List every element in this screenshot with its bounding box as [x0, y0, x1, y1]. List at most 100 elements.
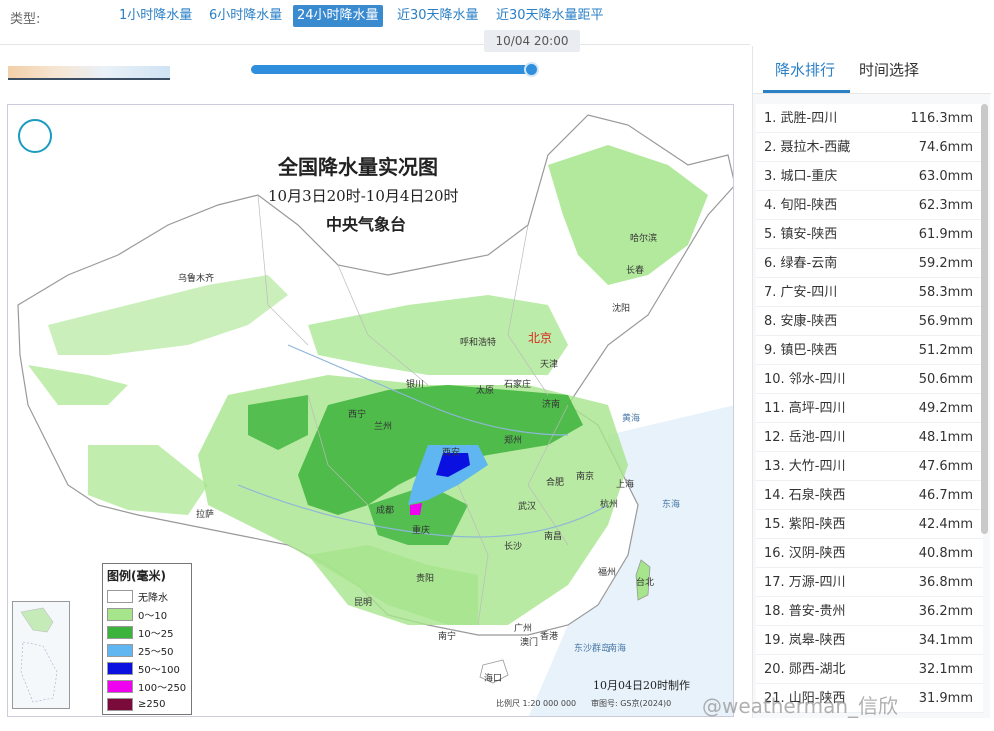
tab-24h-precip[interactable]: 24小时降水量 — [293, 5, 383, 27]
city-label: 拉萨 — [196, 510, 215, 520]
rank-row[interactable]: 9. 镇巴-陕西 51.2mm — [756, 336, 983, 365]
precip-value: 47.6mm — [918, 459, 973, 474]
city-label: 重庆 — [412, 526, 431, 536]
city-label: 广州 — [514, 624, 533, 634]
city-label: 银川 — [406, 380, 425, 390]
precip-value: 50.6mm — [918, 372, 973, 387]
city-label: 台北 — [636, 578, 655, 588]
city-label: 南昌 — [544, 532, 563, 542]
city-label: 福州 — [598, 568, 617, 578]
rank-row[interactable]: 20. 郧西-湖北 32.1mm — [756, 655, 983, 684]
station-name: 12. 岳池-四川 — [764, 430, 846, 445]
rank-row[interactable]: 17. 万源-四川 36.8mm — [756, 568, 983, 597]
rank-scrollbar[interactable] — [981, 104, 988, 534]
city-label: 兰州 — [374, 422, 393, 432]
rank-row[interactable]: 3. 城口-重庆 63.0mm — [756, 162, 983, 191]
city-label: 南京 — [576, 472, 595, 482]
precip-value: 58.3mm — [918, 285, 973, 300]
precip-map: 全国降水量实况图 10月3日20时-10月4日20时 中央气象台 乌鲁木齐 哈尔… — [7, 104, 734, 717]
tab-6h-precip[interactable]: 6小时降水量 — [205, 5, 286, 27]
station-name: 15. 紫阳-陕西 — [764, 517, 846, 532]
city-label: 太原 — [476, 386, 495, 396]
legend-label: 0～10 — [138, 610, 168, 622]
precip-value: 59.2mm — [918, 256, 973, 271]
legend-swatch — [107, 589, 133, 603]
station-name: 14. 石泉-陕西 — [764, 488, 846, 503]
map-subtitle: 10月3日20时-10月4日20时 — [268, 187, 459, 205]
city-label: 郑州 — [504, 436, 523, 446]
city-label: 上海 — [616, 480, 635, 490]
rank-list[interactable]: 1. 武胜-四川 116.3mm 2. 聂拉木-西藏 74.6mm 3. 城口-重庆… — [756, 104, 983, 718]
color-strip — [8, 66, 170, 80]
rank-row[interactable]: 7. 广安-四川 58.3mm — [756, 278, 983, 307]
station-name: 4. 旬阳-陕西 — [764, 198, 838, 213]
legend-label: ≥250 — [138, 698, 166, 710]
time-slider-track[interactable] — [251, 65, 531, 74]
legend-swatch — [107, 661, 133, 675]
map-org: 中央气象台 — [326, 215, 407, 234]
rank-row[interactable]: 15. 紫阳-陕西 42.4mm — [756, 510, 983, 539]
watermark: @weatherman_信欣 — [702, 694, 899, 718]
rank-row[interactable]: 10. 邻水-四川 50.6mm — [756, 365, 983, 394]
legend-swatch — [107, 643, 133, 657]
rank-tabs: 降水排行 时间选择 — [753, 46, 991, 94]
rank-row[interactable]: 14. 石泉-陕西 46.7mm — [756, 481, 983, 510]
sea-label: 南海 — [608, 644, 627, 654]
city-label: 武汉 — [518, 502, 537, 512]
city-label: 贵阳 — [416, 574, 435, 584]
legend-item: 无降水 — [107, 587, 187, 605]
tab-time-select[interactable]: 时间选择 — [859, 59, 919, 80]
station-name: 6. 绿春-云南 — [764, 256, 838, 271]
rank-row[interactable]: 2. 聂拉木-西藏 74.6mm — [756, 133, 983, 162]
divider — [0, 44, 750, 45]
precip-value: 42.4mm — [918, 517, 973, 532]
rank-row[interactable]: 18. 普安-贵州 36.2mm — [756, 597, 983, 626]
rank-row[interactable]: 13. 大竹-四川 47.6mm — [756, 452, 983, 481]
precip-value: 51.2mm — [918, 343, 973, 358]
city-label: 昆明 — [354, 598, 373, 608]
rank-row[interactable]: 16. 汉阴-陕西 40.8mm — [756, 539, 983, 568]
sea-label: 东海 — [662, 500, 681, 510]
approval-number: 审图号: GS京(2024)0 — [591, 699, 672, 708]
legend-item: 100～250 — [107, 677, 187, 695]
type-label: 类型: — [10, 12, 41, 27]
rank-row[interactable]: 4. 旬阳-陕西 62.3mm — [756, 191, 983, 220]
rank-row[interactable]: 1. 武胜-四川 116.3mm — [756, 104, 983, 133]
station-name: 11. 高坪-四川 — [764, 401, 846, 416]
city-label: 香港 — [540, 632, 559, 642]
time-slider-handle[interactable] — [524, 62, 539, 77]
rank-row[interactable]: 8. 安康-陕西 56.9mm — [756, 307, 983, 336]
legend-title: 图例(毫米) — [107, 569, 166, 583]
legend-label: 100～250 — [138, 682, 187, 694]
south-china-sea-inset — [12, 601, 70, 709]
rank-row[interactable]: 6. 绿春-云南 59.2mm — [756, 249, 983, 278]
legend-item: 25～50 — [107, 641, 187, 659]
rank-row[interactable]: 19. 岚皋-陕西 34.1mm — [756, 626, 983, 655]
rank-panel: 降水排行 时间选择 1. 武胜-四川 116.3mm 2. 聂拉木-西藏 74.6m… — [752, 46, 991, 718]
precip-value: 62.3mm — [918, 198, 973, 213]
app-root: 类型: 1小时降水量 6小时降水量 24小时降水量 近30天降水量 近30天降水… — [0, 0, 994, 731]
tab-1h-precip[interactable]: 1小时降水量 — [115, 5, 196, 27]
city-label: 哈尔滨 — [630, 234, 658, 244]
legend-swatch — [107, 697, 133, 711]
precip-value: 32.1mm — [918, 662, 973, 677]
station-name: 18. 普安-贵州 — [764, 604, 846, 619]
capital-label: 北京 — [528, 331, 553, 345]
rank-row[interactable]: 12. 岳池-四川 48.1mm — [756, 423, 983, 452]
made-time: 10月04日20时制作 — [593, 679, 690, 692]
scale-text: 比例尺 1:20 000 000 — [496, 699, 577, 708]
tab-30d-anomaly[interactable]: 近30天降水量距平 — [492, 5, 608, 27]
legend-item: 10～25 — [107, 623, 187, 641]
precip-value: 116.3mm — [910, 111, 973, 126]
station-name: 8. 安康-陕西 — [764, 314, 838, 329]
city-label: 成都 — [376, 506, 395, 516]
tab-precip-ranking[interactable]: 降水排行 — [775, 59, 835, 80]
rank-row[interactable]: 5. 镇安-陕西 61.9mm — [756, 220, 983, 249]
precip-value: 36.2mm — [918, 604, 973, 619]
precip-value: 46.7mm — [918, 488, 973, 503]
city-label: 呼和浩特 — [460, 338, 497, 348]
tab-30d-precip[interactable]: 近30天降水量 — [393, 5, 483, 27]
station-name: 13. 大竹-四川 — [764, 459, 846, 474]
rank-row[interactable]: 11. 高坪-四川 49.2mm — [756, 394, 983, 423]
city-label: 海口 — [484, 674, 503, 684]
